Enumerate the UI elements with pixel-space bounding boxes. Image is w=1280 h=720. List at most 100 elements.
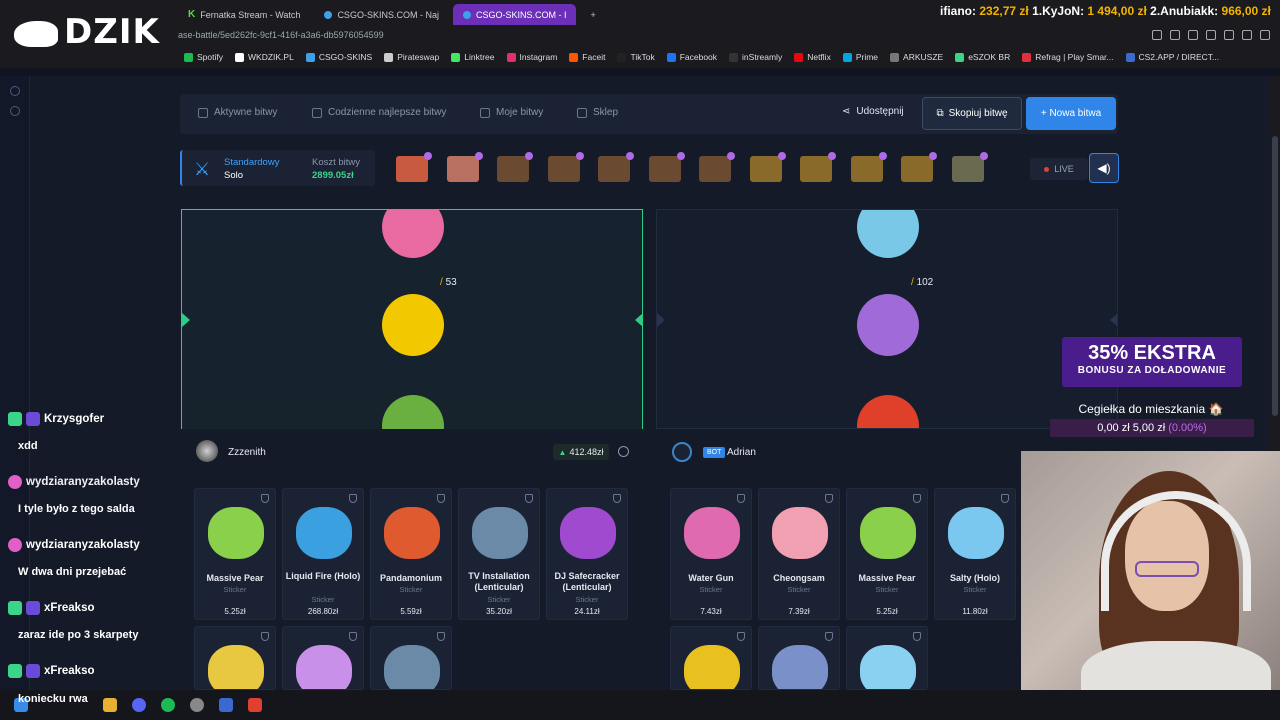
trophy-icon — [312, 107, 322, 118]
case-item[interactable] — [396, 152, 432, 182]
bookmark-tiktok[interactable]: TikTok — [617, 52, 655, 62]
avatar[interactable] — [196, 440, 218, 462]
tab-fernatka[interactable]: K Fernatka Stream - Watch — [178, 4, 310, 25]
case-item[interactable] — [750, 152, 786, 182]
steam-icon[interactable] — [190, 698, 204, 712]
folder-icon[interactable] — [103, 698, 117, 712]
shield-icon[interactable] — [613, 494, 621, 503]
scrollbar[interactable] — [1270, 76, 1280, 456]
heart-badge-icon — [8, 538, 22, 552]
bookmark-linktree[interactable]: Linktree — [451, 52, 495, 62]
bookmark-faceit[interactable]: Faceit — [569, 52, 605, 62]
bookmark-csgo-skins[interactable]: CSGO-SKINS — [305, 52, 372, 62]
bookmark-refrag[interactable]: Refrag | Play Smar... — [1022, 52, 1114, 62]
item-card[interactable] — [670, 626, 752, 690]
mode-type: Standardowy — [224, 157, 280, 168]
item-card[interactable]: Massive Pear Sticker 5.25zł — [846, 488, 928, 620]
nav-shop[interactable]: Sklep — [577, 107, 618, 118]
tab-csgo-2[interactable]: CSGO-SKINS.COM - I — [452, 4, 577, 25]
item-card[interactable]: Liquid Fire (Holo) Sticker 268.80zł — [282, 488, 364, 620]
bookmark-icon[interactable] — [1152, 30, 1162, 40]
case-item[interactable] — [548, 152, 584, 182]
item-card[interactable]: TV Installation (Lenticular) Sticker 35.20… — [458, 488, 540, 620]
shield-icon[interactable] — [1001, 494, 1009, 503]
case-item[interactable] — [598, 152, 634, 182]
settings-icon[interactable] — [9, 106, 20, 116]
bookmark-eszok[interactable]: eSZOK BR — [955, 52, 1010, 62]
scrollbar-thumb[interactable] — [1272, 136, 1278, 416]
shield-icon[interactable] — [349, 632, 357, 641]
item-card[interactable]: Salty (Holo) Sticker 11.80zł — [934, 488, 1016, 620]
player-name[interactable]: Zzzenith — [228, 447, 266, 458]
screenshot-icon[interactable] — [1170, 30, 1180, 40]
shield-app-icon[interactable] — [248, 698, 262, 712]
heart-icon[interactable] — [1224, 30, 1234, 40]
player-name[interactable]: Adrian — [727, 447, 756, 458]
case-item[interactable] — [497, 152, 533, 182]
bookmark-facebook[interactable]: Facebook — [666, 52, 717, 62]
case-item[interactable] — [901, 152, 937, 182]
item-card[interactable]: Pandamonium Sticker 5.59zł — [370, 488, 452, 620]
emoji-icon[interactable] — [618, 446, 629, 457]
extension-icon[interactable] — [1188, 30, 1198, 40]
item-card[interactable]: Water Gun Sticker 7.43zł — [670, 488, 752, 620]
item-card[interactable] — [282, 626, 364, 690]
nav-daily-best[interactable]: Codzienne najlepsze bitwy — [312, 107, 446, 118]
live-indicator[interactable]: LIVE — [1030, 158, 1088, 180]
clock-icon[interactable] — [9, 86, 20, 96]
case-item[interactable] — [699, 152, 735, 182]
shield-icon[interactable] — [261, 494, 269, 503]
address-bar[interactable]: ase-battle/5ed262fc-9cf1-416f-a3a6-db597… — [178, 30, 384, 40]
shield-icon[interactable] — [737, 632, 745, 641]
bookmark-netflix[interactable]: Netflix — [794, 52, 831, 62]
app-icon[interactable] — [219, 698, 233, 712]
shield-icon[interactable] — [349, 494, 357, 503]
item-card[interactable]: Cheongsam Sticker 7.39zł — [758, 488, 840, 620]
nav-active-battles[interactable]: Aktywne bitwy — [198, 107, 277, 118]
case-item[interactable] — [952, 152, 988, 182]
bookmark-instagram[interactable]: Instagram — [506, 52, 557, 62]
shield-icon[interactable] — [737, 494, 745, 503]
item-card[interactable] — [758, 626, 840, 690]
new-battle-button[interactable]: + Nowa bitwa — [1026, 97, 1116, 130]
case-item[interactable] — [800, 152, 836, 182]
shield-icon[interactable] — [825, 494, 833, 503]
item-card[interactable]: Massive Pear Sticker 5.25zł — [194, 488, 276, 620]
menu-icon[interactable] — [1260, 30, 1270, 40]
bookmark-pirateswap[interactable]: Pirateswap — [384, 52, 439, 62]
item-card[interactable] — [194, 626, 276, 690]
new-tab-button[interactable]: + — [580, 4, 605, 25]
reel-left: / 53 — [181, 209, 643, 429]
item-card[interactable] — [846, 626, 928, 690]
item-card[interactable] — [370, 626, 452, 690]
nav-my-battles[interactable]: Moje bitwy — [480, 107, 543, 118]
bookmark-spotify[interactable]: Spotify — [184, 52, 223, 62]
shield-icon[interactable] — [913, 632, 921, 641]
case-item[interactable] — [851, 152, 887, 182]
bookmark-instreamly[interactable]: inStreamly — [729, 52, 782, 62]
item-card[interactable]: DJ Safecracker (Lenticular) Sticker 24.11z… — [546, 488, 628, 620]
case-item[interactable] — [447, 152, 483, 182]
copy-battle-button[interactable]: ⧉ Skopiuj bitwę — [922, 97, 1022, 130]
sound-toggle-button[interactable]: ◀) — [1089, 153, 1119, 183]
shield-icon[interactable] — [437, 494, 445, 503]
bookmark-arkusze[interactable]: ARKUSZE — [890, 52, 943, 62]
webcam-shirt — [1081, 641, 1271, 696]
tab-csgo-1[interactable]: CSGO-SKINS.COM - Naj — [314, 4, 449, 25]
share-button[interactable]: ⋖ Udostępnij — [842, 106, 904, 117]
play-icon[interactable] — [1206, 30, 1216, 40]
shield-icon[interactable] — [825, 632, 833, 641]
bot-avatar[interactable] — [672, 442, 692, 462]
marker-arrow-icon — [1110, 313, 1117, 327]
bookmark-prime[interactable]: Prime — [842, 52, 878, 62]
discord-icon[interactable] — [132, 698, 146, 712]
spotify-icon[interactable] — [161, 698, 175, 712]
bookmark-cs2app[interactable]: CS2.APP / DIRECT... — [1125, 52, 1219, 62]
profile-icon[interactable] — [1242, 30, 1252, 40]
shield-icon[interactable] — [437, 632, 445, 641]
case-item[interactable] — [649, 152, 685, 182]
shield-icon[interactable] — [261, 632, 269, 641]
bookmark-wkdzik[interactable]: WKDZIK.PL — [235, 52, 294, 62]
shield-icon[interactable] — [525, 494, 533, 503]
shield-icon[interactable] — [913, 494, 921, 503]
